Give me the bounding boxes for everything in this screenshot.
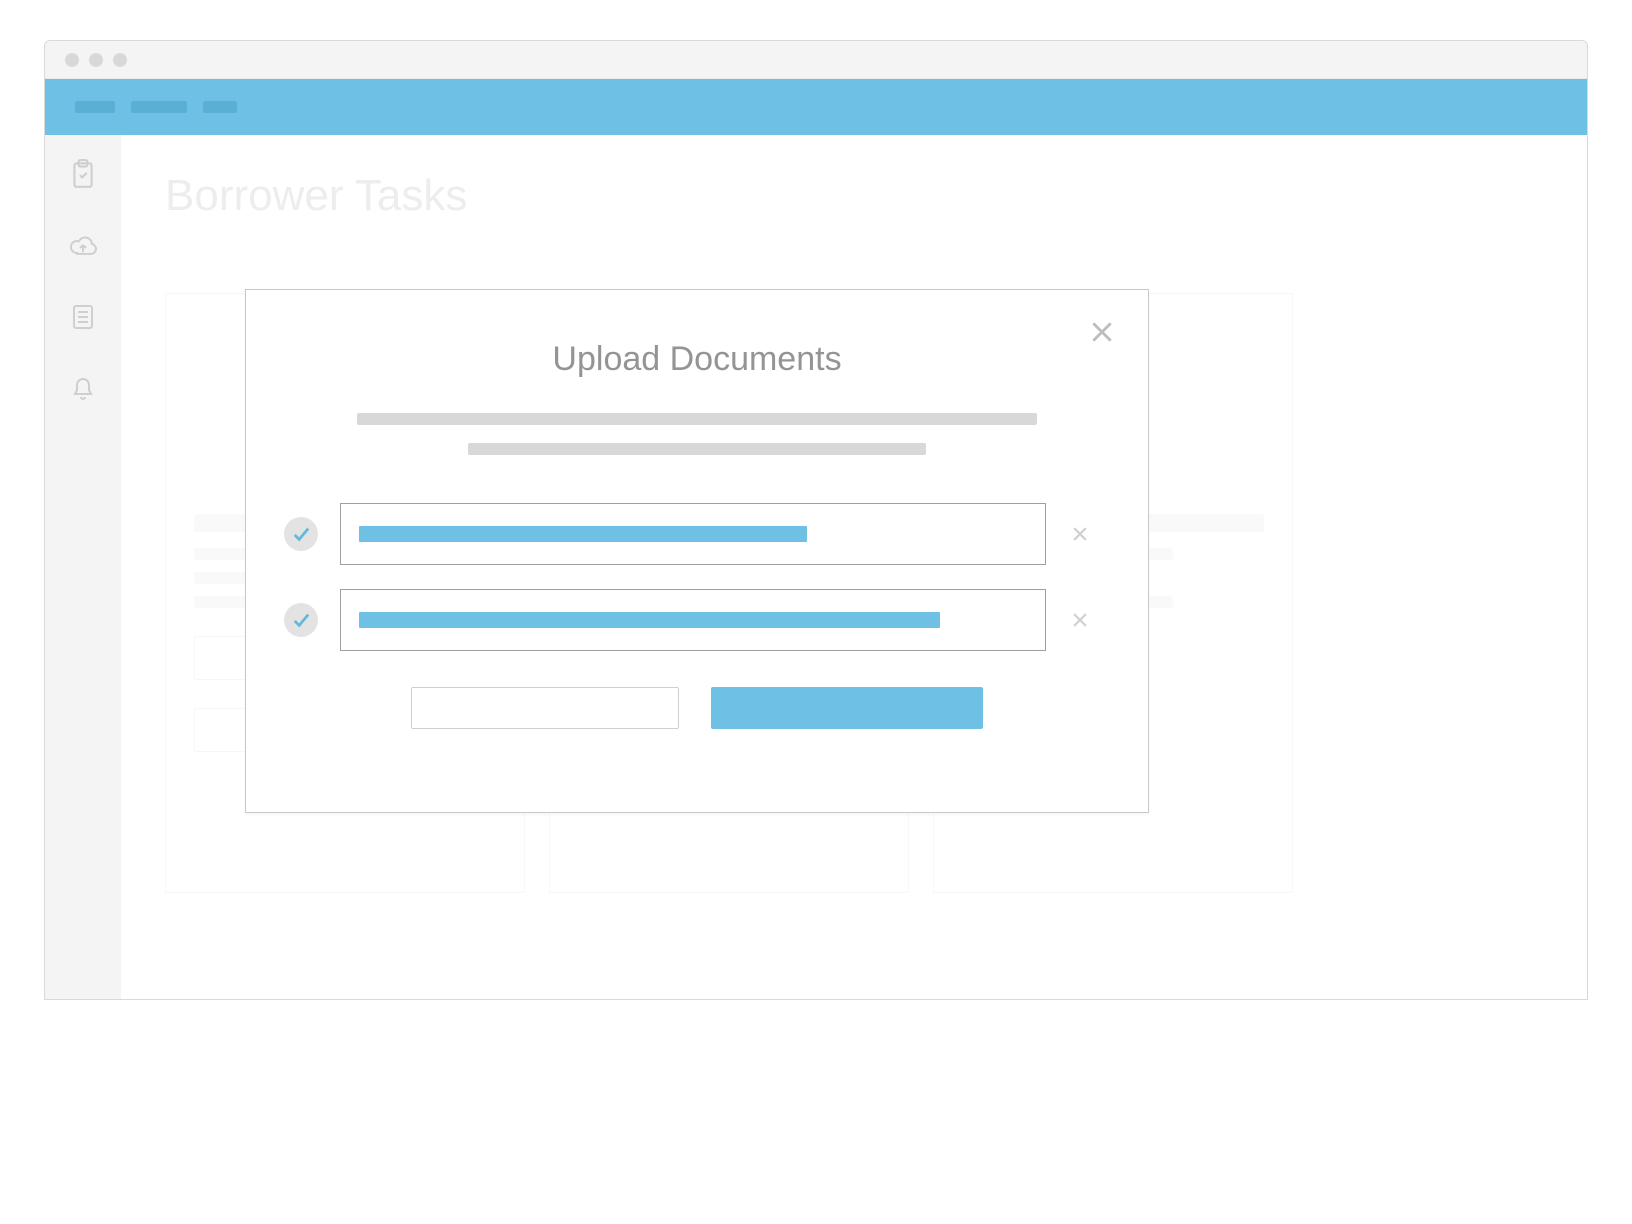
close-icon bbox=[1070, 524, 1090, 544]
modal-title: Upload Documents bbox=[302, 340, 1092, 379]
upload-complete-badge bbox=[284, 603, 318, 637]
close-icon bbox=[1089, 319, 1115, 345]
app-window: Borrower Tasks bbox=[44, 40, 1588, 1000]
remove-upload-button[interactable] bbox=[1068, 522, 1092, 546]
sidebar bbox=[45, 135, 121, 999]
window-titlebar bbox=[45, 41, 1587, 79]
remove-upload-button[interactable] bbox=[1068, 608, 1092, 632]
check-icon bbox=[292, 612, 310, 628]
upload-complete-badge bbox=[284, 517, 318, 551]
close-icon bbox=[1070, 610, 1090, 630]
bell-icon[interactable] bbox=[71, 376, 95, 409]
check-icon bbox=[292, 526, 310, 542]
progress-bar-fill bbox=[359, 612, 940, 628]
upload-progress bbox=[340, 589, 1046, 651]
banner-placeholder bbox=[75, 101, 115, 113]
clipboard-icon[interactable] bbox=[70, 159, 96, 194]
document-lines-icon[interactable] bbox=[71, 303, 95, 336]
upload-row bbox=[302, 503, 1092, 565]
window-control-close[interactable] bbox=[65, 53, 79, 67]
banner-placeholder bbox=[131, 101, 187, 113]
upload-row bbox=[302, 589, 1092, 651]
close-button[interactable] bbox=[1086, 316, 1118, 348]
banner-placeholder bbox=[203, 101, 237, 113]
upload-progress bbox=[340, 503, 1046, 565]
cloud-upload-icon[interactable] bbox=[68, 234, 98, 263]
window-control-zoom[interactable] bbox=[113, 53, 127, 67]
modal-button-row bbox=[302, 687, 1092, 729]
modal-subtext-placeholder bbox=[468, 443, 926, 455]
progress-bar-fill bbox=[359, 526, 807, 542]
modal-primary-button[interactable] bbox=[711, 687, 983, 729]
window-control-minimize[interactable] bbox=[89, 53, 103, 67]
modal-secondary-button[interactable] bbox=[411, 687, 679, 729]
upload-documents-modal: Upload Documents bbox=[245, 289, 1149, 813]
app-banner bbox=[45, 79, 1587, 135]
upload-list bbox=[302, 503, 1092, 651]
modal-subtext-placeholder bbox=[357, 413, 1036, 425]
